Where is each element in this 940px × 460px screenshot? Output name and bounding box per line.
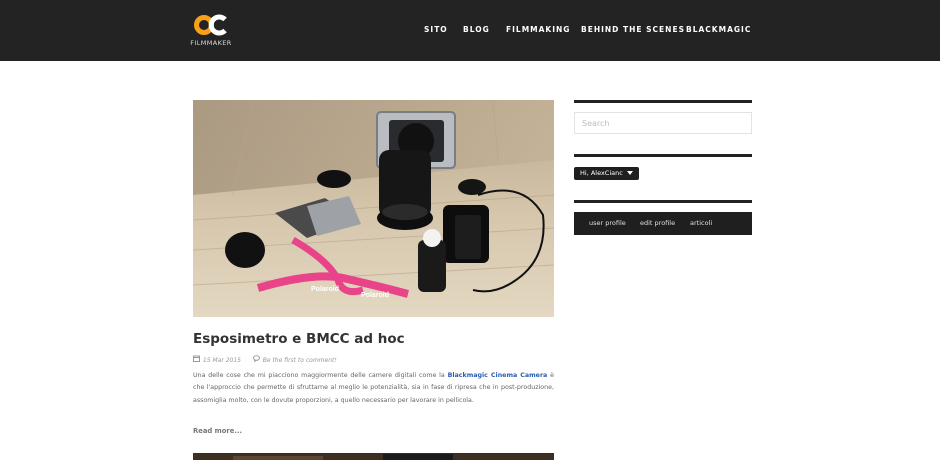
- widget-divider: [574, 200, 752, 203]
- widget-divider: [574, 100, 752, 103]
- featured-image[interactable]: Polaroid Polaroid: [193, 100, 554, 317]
- nav-item-filmmaking[interactable]: FILMMAKING: [506, 25, 570, 34]
- excerpt-text: Una delle cose che mi piacciono maggiorm…: [193, 372, 448, 379]
- articoli-link[interactable]: articoli: [690, 219, 712, 227]
- nav-item-sito[interactable]: SITO: [424, 25, 448, 34]
- widget-divider: [574, 154, 752, 157]
- comment-icon: [252, 355, 260, 363]
- calendar-icon: [193, 355, 200, 362]
- post-meta: 15 Mar 2015 Be the first to comment!: [193, 355, 337, 364]
- next-post-photo: [193, 454, 554, 460]
- chevron-down-icon: [626, 171, 633, 175]
- post-excerpt: Una delle cose che mi piacciono maggiorm…: [193, 370, 554, 407]
- camera-photo: Polaroid Polaroid: [193, 100, 554, 317]
- strap-text: Polaroid: [311, 286, 339, 293]
- read-more-link[interactable]: Read more...: [193, 427, 242, 435]
- oc-logo-icon: [194, 14, 227, 36]
- strap-text: Polaroid: [361, 292, 389, 299]
- comments-link[interactable]: Be the first to comment!: [263, 357, 337, 364]
- logo-text: FILMMAKER: [190, 39, 232, 47]
- nav-item-blog[interactable]: BLOG: [463, 25, 490, 34]
- post-title[interactable]: Esposimetro e BMCC ad hoc: [193, 331, 405, 347]
- user-dropdown[interactable]: Hi, AlexCianc: [574, 167, 639, 180]
- user-profile-link[interactable]: user profile: [589, 219, 626, 227]
- search-input[interactable]: [574, 112, 752, 134]
- next-post-image[interactable]: [193, 453, 554, 460]
- user-dropdown-label: Hi, AlexCianc: [580, 169, 623, 177]
- top-navbar: FILMMAKER SITO BLOG FILMMAKING BEHIND TH…: [0, 0, 940, 61]
- excerpt-link[interactable]: Blackmagic Cinema Camera: [448, 372, 548, 379]
- edit-profile-link[interactable]: edit profile: [640, 219, 675, 227]
- site-logo[interactable]: FILMMAKER: [189, 14, 233, 50]
- user-links-bar: user profile edit profile articoli: [574, 212, 752, 235]
- nav-item-behind-the-scenes[interactable]: BEHIND THE SCENES: [581, 25, 685, 34]
- post-date: 15 Mar 2015: [202, 357, 241, 364]
- nav-item-blackmagic[interactable]: BLACKMAGIC: [686, 25, 751, 34]
